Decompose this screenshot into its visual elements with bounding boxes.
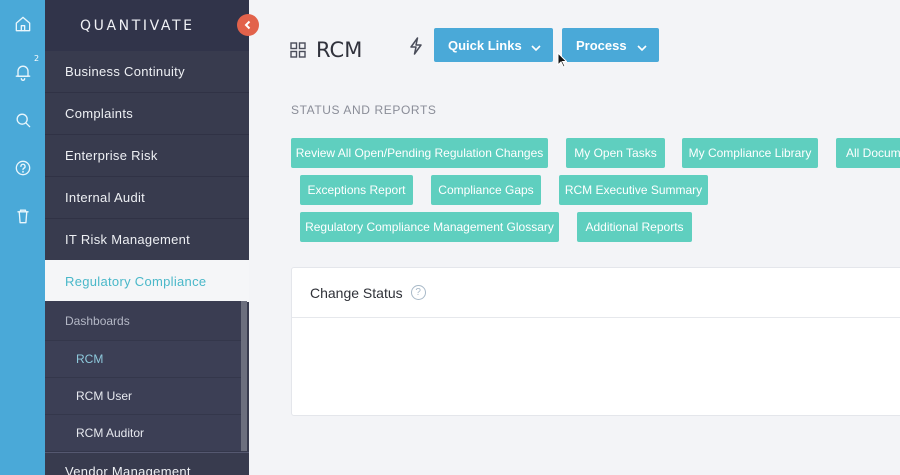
sidebar-item-regulatory-compliance[interactable]: Regulatory Compliance [45, 260, 249, 302]
grid-icon [290, 42, 306, 58]
quick-links-label: Quick Links [448, 37, 522, 53]
sidebar-item-label: Complaints [65, 106, 134, 121]
collapse-sidebar-button[interactable] [237, 14, 259, 36]
sidebar-item-label: IT Risk Management [65, 232, 191, 247]
report-button-label: RCM Executive Summary [564, 183, 703, 197]
sidebar-item-label: Business Continuity [65, 64, 185, 79]
process-dropdown[interactable]: Process [562, 28, 659, 62]
change-status-header: Change Status ? [292, 268, 900, 318]
sidebar-item-label: Internal Audit [65, 190, 146, 205]
report-button-compliance-gaps[interactable]: Compliance Gaps [431, 175, 541, 205]
report-button-label: My Compliance Library [688, 146, 812, 160]
sidebar: QUANTIVATE Business Continuity Complaint… [45, 0, 249, 475]
report-button-my-open-tasks[interactable]: My Open Tasks [566, 138, 665, 168]
section-label-status-reports: STATUS AND REPORTS [291, 103, 437, 117]
sidebar-subitem-rcm-user[interactable]: RCM User [45, 378, 241, 415]
report-button-label: Exceptions Report [307, 183, 406, 197]
sidebar-header: QUANTIVATE [45, 0, 249, 51]
chevron-down-icon [637, 40, 647, 52]
sidebar-subitem-rcm[interactable]: RCM [45, 341, 241, 378]
change-status-title: Change Status [310, 284, 403, 301]
report-button-rcm-glossary[interactable]: Regulatory Compliance Management Glossar… [300, 212, 559, 242]
report-button-rcm-executive-summary[interactable]: RCM Executive Summary [559, 175, 708, 205]
sidebar-subitem-label: RCM Auditor [76, 426, 145, 440]
sidebar-item-label: Vendor Management [65, 464, 191, 475]
brand-logo: QUANTIVATE [80, 17, 195, 34]
sidebar-item-label: Enterprise Risk [65, 148, 158, 163]
sidebar-subitem-label: RCM User [76, 389, 132, 403]
search-icon[interactable] [11, 108, 35, 132]
main-content: RCM Quick Links Process STATUS AND REPOR… [249, 0, 900, 475]
page-title: RCM [316, 38, 363, 62]
report-button-all-documents[interactable]: All Documents [836, 138, 900, 168]
sidebar-item-label: Regulatory Compliance [65, 273, 207, 289]
report-button-exceptions-report[interactable]: Exceptions Report [300, 175, 413, 205]
lightning-icon[interactable] [408, 37, 424, 55]
sidebar-item-internal-audit[interactable]: Internal Audit [45, 177, 249, 219]
sidebar-item-vendor-management[interactable]: Vendor Management [45, 452, 249, 475]
report-button-label: All Documents [846, 146, 900, 160]
question-icon[interactable]: ? [410, 285, 426, 300]
home-icon[interactable] [11, 12, 35, 36]
report-button-label: Review All Open/Pending Regulation Chang… [295, 146, 544, 160]
quick-links-dropdown[interactable]: Quick Links [434, 28, 553, 62]
notification-badge: 2 [34, 54, 40, 63]
change-status-panel: Change Status ? [291, 267, 900, 416]
sidebar-subitem-label: RCM [76, 352, 104, 366]
sidebar-item-business-continuity[interactable]: Business Continuity [45, 51, 249, 93]
sidebar-group-dashboards[interactable]: Dashboards [45, 301, 241, 341]
report-button-label: My Open Tasks [574, 146, 657, 160]
sidebar-item-it-risk-management[interactable]: IT Risk Management [45, 219, 249, 261]
sidebar-group-label: Dashboards [65, 313, 130, 328]
report-button-additional-reports[interactable]: Additional Reports [577, 212, 692, 242]
report-button-label: Compliance Gaps [438, 183, 534, 197]
process-label: Process [576, 37, 627, 53]
trash-icon[interactable] [11, 204, 35, 228]
report-button-label: Additional Reports [585, 220, 684, 234]
chevron-down-icon [531, 40, 541, 52]
bell-icon[interactable] [11, 60, 35, 84]
report-button-review-pending-changes[interactable]: Review All Open/Pending Regulation Chang… [291, 138, 548, 168]
sidebar-item-enterprise-risk[interactable]: Enterprise Risk [45, 135, 249, 177]
mouse-cursor-icon [557, 52, 567, 68]
help-icon[interactable] [11, 156, 35, 180]
sidebar-item-complaints[interactable]: Complaints [45, 93, 249, 135]
report-button-my-compliance-library[interactable]: My Compliance Library [682, 138, 818, 168]
icon-rail: 2 [0, 0, 45, 475]
sidebar-subitem-rcm-auditor[interactable]: RCM Auditor [45, 415, 241, 452]
sidebar-scrollbar[interactable] [241, 301, 247, 451]
report-button-label: Regulatory Compliance Management Glossar… [305, 220, 554, 234]
chevron-left-icon [244, 20, 251, 30]
